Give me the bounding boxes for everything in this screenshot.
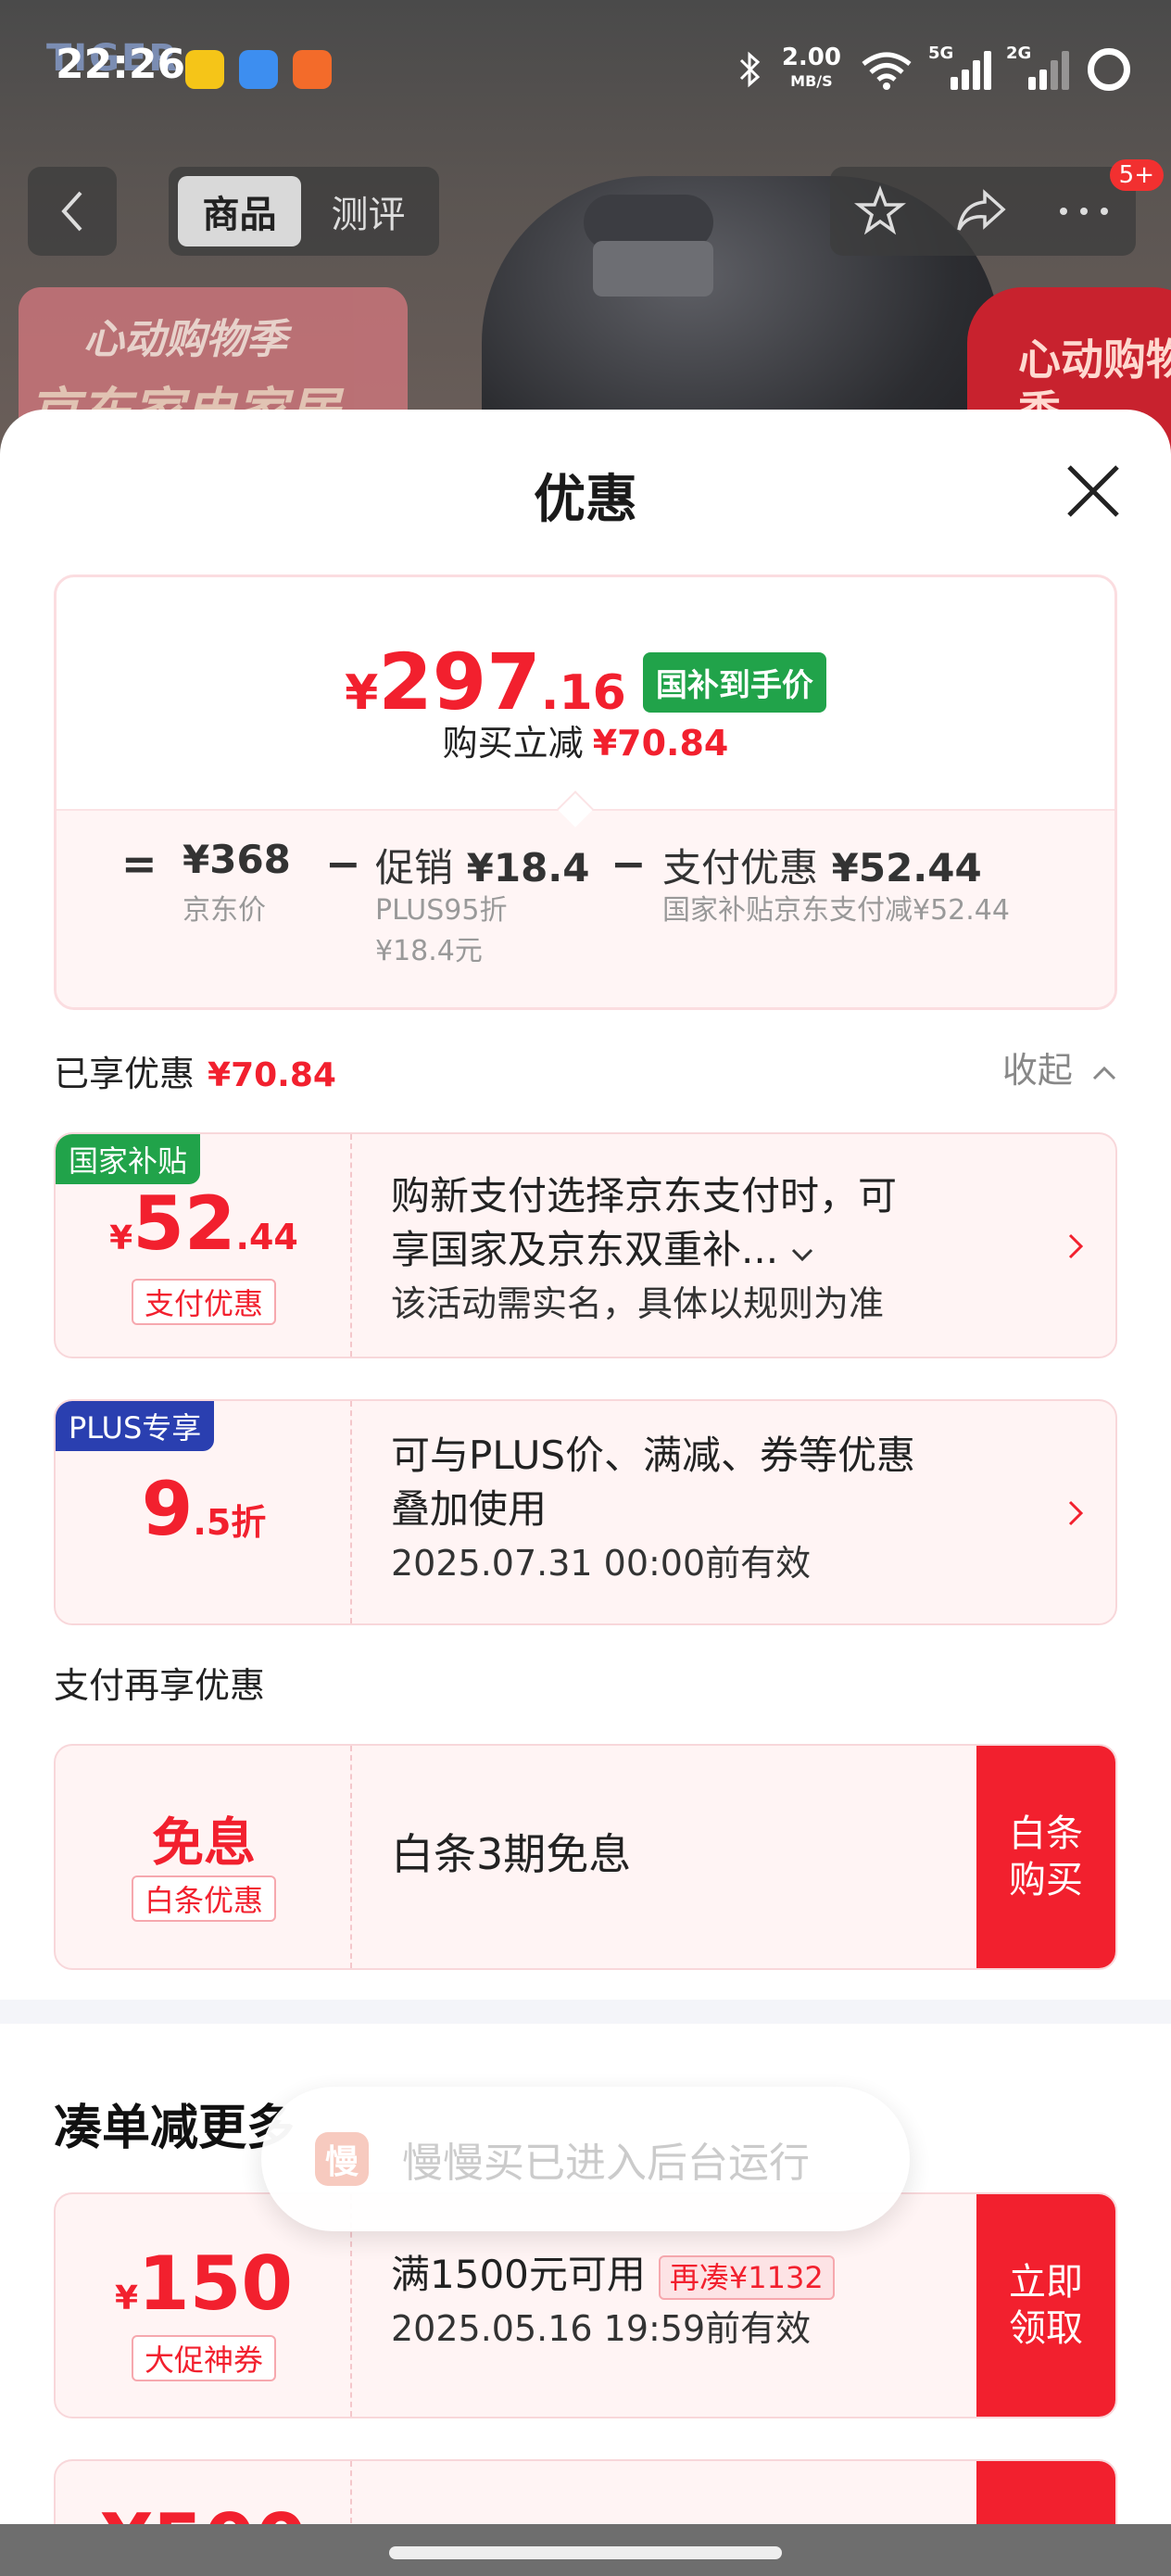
tab-product[interactable]: 商品: [178, 176, 301, 246]
tab-review[interactable]: 测评: [307, 176, 430, 246]
chevron-right-icon: [1068, 1500, 1084, 1526]
status-icons: 2.00 MB/S 5G 2G: [737, 37, 1130, 102]
promo-sub1: PLUS95折: [375, 894, 508, 927]
subsidy-price-tag: 国补到手价: [642, 651, 826, 713]
coupon-desc: 可与PLUS价、满减、券等优惠 叠加使用 2025.07.31 00:00前有效: [391, 1429, 915, 1590]
chevron-down-icon: [792, 1248, 813, 1262]
chevron-left-icon: [61, 191, 82, 232]
network-speed: 2.00 MB/S: [781, 44, 841, 90]
price-decimal: .16: [540, 665, 626, 721]
price-currency: ¥: [345, 665, 379, 721]
minus-sign: −: [325, 839, 361, 889]
signal-2g-icon: 2G: [1006, 44, 1069, 90]
coupon-tag: 国家补贴: [56, 1134, 201, 1184]
baitiao-buy-button[interactable]: 白条 购买: [976, 1746, 1115, 1968]
back-button[interactable]: [28, 167, 117, 256]
status-bar: 22:26 2.00 MB/S 5G 2G: [0, 0, 1171, 139]
equals-sign: =: [121, 839, 157, 889]
collapse-toggle[interactable]: 收起: [1002, 1042, 1117, 1092]
app-notification-icon: [239, 50, 278, 89]
home-indicator[interactable]: [389, 2546, 782, 2559]
chevron-right-icon: [1068, 1233, 1084, 1259]
enjoyed-value: ¥70.84: [208, 1056, 336, 1094]
app-notification-icon: [185, 50, 224, 89]
bluetooth-icon: [739, 51, 761, 88]
plus-exclusive-coupon[interactable]: PLUS专享 9.5折 可与PLUS价、满减、券等优惠 叠加使用 2025.07…: [54, 1399, 1117, 1625]
baitiao-coupon: 免息 白条优惠 白条3期免息 白条 购买: [54, 1744, 1117, 1970]
clock: 22:26: [56, 41, 186, 88]
pay-more-title: 支付再享优惠: [54, 1665, 266, 1706]
battery-icon: [1088, 48, 1130, 91]
coupon-type: 支付优惠: [56, 1279, 352, 1325]
enjoyed-label: 已享优惠: [54, 1054, 195, 1094]
message-badge: 5+: [1109, 159, 1164, 191]
coupon-desc-line3: 该活动需实名，具体以规则为准: [391, 1283, 885, 1324]
section-divider: [0, 2000, 1171, 2024]
coupon-desc-line1: 满1500元可用 再凑¥1132: [391, 2248, 835, 2302]
share-icon[interactable]: [953, 185, 1009, 237]
collapse-label: 收起: [1001, 1050, 1073, 1091]
coupon-amount: 9.5折: [141, 1466, 267, 1552]
coupon-desc-line1: 可与PLUS价、满减、券等优惠: [391, 1433, 916, 1478]
coupon-amount: 免息: [152, 1813, 256, 1874]
coupon-type: 白条优惠: [56, 1875, 352, 1922]
payment-discount-sub: 国家补贴京东支付减¥52.44: [662, 894, 1010, 927]
background-running-toast: 慢 慢慢买已进入后台运行: [261, 2087, 910, 2231]
coupon-type: 大促神券: [56, 2335, 352, 2381]
national-subsidy-coupon[interactable]: 国家补贴 ¥52.44 支付优惠 购新支付选择京东支付时，可 享国家及京东双重补…: [54, 1132, 1117, 1358]
save-label: 购买立减: [442, 723, 584, 764]
promo-amount: 促销 ¥18.4: [375, 845, 590, 890]
instant-discount: 购买立减 ¥70.84: [57, 714, 1114, 765]
coupon-desc-line2[interactable]: 享国家及京东双重补...: [391, 1223, 897, 1277]
header-actions: [830, 167, 1136, 256]
payment-discount: 支付优惠 ¥52.44: [662, 845, 982, 890]
coupon-amount: ¥150: [114, 2241, 294, 2327]
baitiao-text: 白条3期免息: [391, 1829, 632, 1879]
minus-sign: −: [611, 839, 647, 889]
signal-5g-icon: 5G: [928, 44, 991, 90]
app-notification-icon: [293, 50, 332, 89]
price-summary-card: ¥ 297 .16 国补到手价 购买立减 ¥70.84 = ¥368 京东价 − …: [54, 575, 1117, 1010]
coupon-desc-line2: 叠加使用: [391, 1486, 548, 1532]
app-icon: 慢: [315, 2132, 369, 2186]
coupon-desc-line2: 2025.05.16 19:59前有效: [391, 2308, 812, 2349]
banner-line1: 心动购物季: [83, 316, 287, 363]
coupon-tag: PLUS专享: [56, 1401, 215, 1451]
sheet-title: 优惠: [534, 470, 637, 530]
promo-sub2: ¥18.4元: [375, 935, 483, 967]
page-tabs: 商品 测评: [169, 167, 439, 256]
coupon-desc-line3: 2025.07.31 00:00前有效: [391, 1543, 812, 1584]
coupon-desc: 购新支付选择京东支付时，可 享国家及京东双重补... 该活动需实名，具体以规则为…: [391, 1169, 897, 1331]
coupon-desc-line1: 购新支付选择京东支付时，可: [391, 1173, 898, 1219]
chevron-up-icon: [1092, 1066, 1116, 1080]
toast-text: 慢慢买已进入后台运行: [402, 2140, 810, 2187]
wifi-icon: [862, 52, 912, 90]
close-icon[interactable]: [1064, 461, 1123, 521]
need-more-chip: 再凑¥1132: [658, 2254, 835, 2300]
claim-coupon-button[interactable]: 立即 领取: [976, 2194, 1115, 2417]
bundle-section-title: 凑单减更多: [54, 2101, 296, 2156]
jd-price-label: 京东价: [183, 894, 266, 927]
coupon-amount: ¥52.44: [109, 1181, 298, 1267]
discount-sheet: 优惠 ¥ 297 .16 国补到手价 购买立减 ¥70.84 = ¥368 京东价…: [0, 410, 1171, 2576]
jd-price: ¥368: [183, 837, 291, 882]
save-value: ¥70.84: [592, 723, 729, 764]
more-icon[interactable]: [1056, 202, 1112, 221]
enjoyed-discount: 已享优惠 ¥70.84: [54, 1045, 336, 1096]
favorite-star-icon[interactable]: [853, 185, 906, 237]
coupon-desc: 满1500元可用 再凑¥1132 2025.05.16 19:59前有效: [391, 2248, 835, 2355]
